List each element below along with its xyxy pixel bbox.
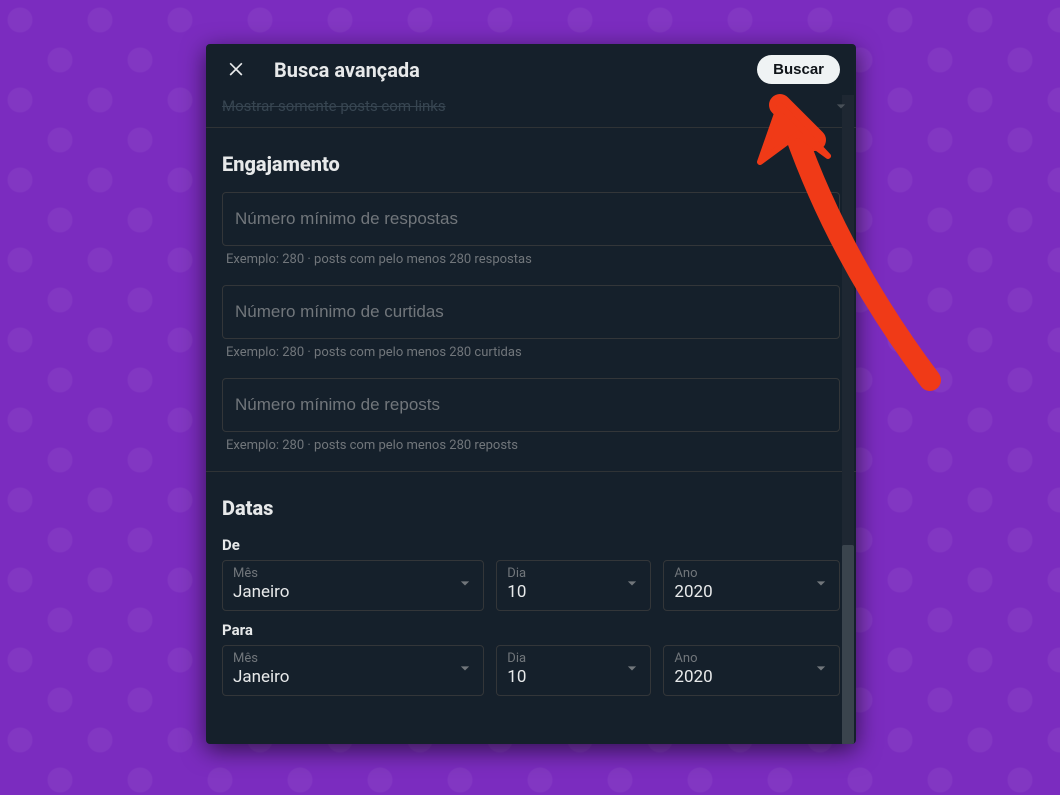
select-label: Dia <box>507 567 614 581</box>
dates-from-label: De <box>222 536 840 554</box>
chevron-down-icon <box>455 573 475 597</box>
select-label: Dia <box>507 652 614 666</box>
select-label: Mês <box>233 567 447 581</box>
divider <box>206 127 856 128</box>
min-likes-hint: Exemplo: 280 · posts com pelo menos 280 … <box>226 345 836 360</box>
advanced-search-modal: Busca avançada Buscar Mostrar somente po… <box>206 44 856 744</box>
divider <box>206 471 856 472</box>
min-likes-input[interactable] <box>222 285 840 339</box>
chevron-down-icon <box>455 658 475 682</box>
dates-from-row: Mês Janeiro Dia 10 Ano 2020 <box>222 560 840 611</box>
modal-body: Mostrar somente posts com links Engajame… <box>206 95 856 744</box>
min-reposts-hint: Exemplo: 280 · posts com pelo menos 280 … <box>226 438 836 453</box>
min-reposts-input[interactable] <box>222 378 840 432</box>
dates-to-row: Mês Janeiro Dia 10 Ano 2020 <box>222 645 840 696</box>
from-month-select[interactable]: Mês Janeiro <box>222 560 484 611</box>
from-year-select[interactable]: Ano 2020 <box>663 560 840 611</box>
chevron-down-icon <box>830 95 852 117</box>
dates-to-label: Para <box>222 621 840 639</box>
select-value: 10 <box>507 583 614 602</box>
min-replies-hint: Exemplo: 280 · posts com pelo menos 280 … <box>226 252 836 267</box>
modal-header: Busca avançada Buscar <box>206 44 856 95</box>
close-icon <box>226 58 246 81</box>
chevron-down-icon <box>622 573 642 597</box>
search-button[interactable]: Buscar <box>757 55 840 84</box>
select-value: 2020 <box>674 583 803 602</box>
section-title-engagement: Engajamento <box>222 152 840 176</box>
select-label: Ano <box>674 567 803 581</box>
page-background: Busca avançada Buscar Mostrar somente po… <box>0 0 1060 795</box>
select-label: Ano <box>674 652 803 666</box>
to-day-select[interactable]: Dia 10 <box>496 645 651 696</box>
scrollbar-thumb[interactable] <box>842 545 854 744</box>
select-label: Mês <box>233 652 447 666</box>
select-value: 2020 <box>674 668 803 687</box>
links-only-label: Mostrar somente posts com links <box>222 97 446 115</box>
modal-title: Busca avançada <box>274 58 733 82</box>
select-value: 10 <box>507 668 614 687</box>
close-button[interactable] <box>222 54 250 85</box>
select-value: Janeiro <box>233 583 447 602</box>
links-only-option[interactable]: Mostrar somente posts com links <box>206 95 856 123</box>
to-month-select[interactable]: Mês Janeiro <box>222 645 484 696</box>
chevron-down-icon <box>811 573 831 597</box>
chevron-down-icon <box>622 658 642 682</box>
chevron-down-icon <box>811 658 831 682</box>
select-value: Janeiro <box>233 668 447 687</box>
to-year-select[interactable]: Ano 2020 <box>663 645 840 696</box>
section-title-dates: Datas <box>222 496 840 520</box>
min-replies-input[interactable] <box>222 192 840 246</box>
from-day-select[interactable]: Dia 10 <box>496 560 651 611</box>
